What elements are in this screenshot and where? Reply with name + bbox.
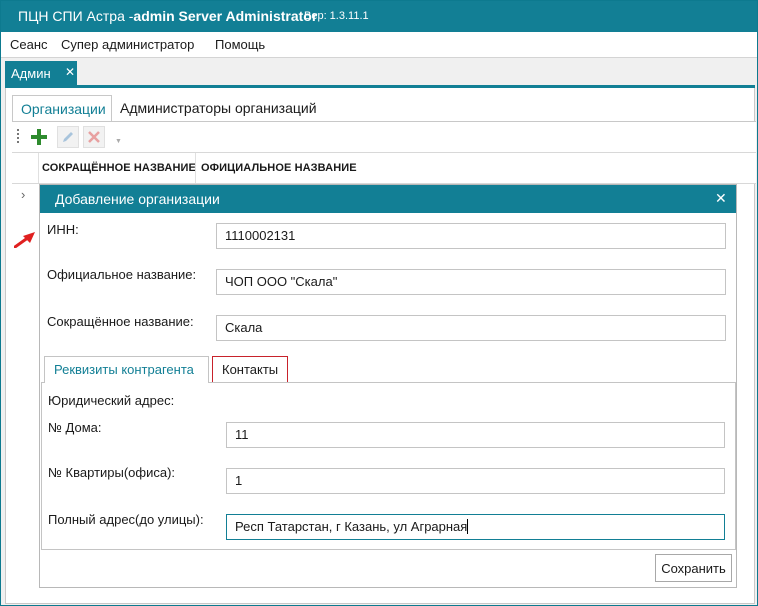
window-title: ПЦН СПИ Астра -admin Server Administrato… — [18, 8, 318, 24]
version-label: Вер: 1.3.11.1 — [304, 10, 369, 22]
full-address-label: Полный адрес(до улицы): — [48, 512, 204, 527]
edit-button[interactable] — [57, 126, 79, 148]
delete-button[interactable] — [83, 126, 105, 148]
toolbar-overflow-icon[interactable]: ▼ — [115, 138, 122, 145]
dialog-close-icon[interactable]: ✕ — [715, 190, 727, 207]
house-input[interactable]: 11 — [226, 422, 725, 448]
tab-counterparty-details[interactable]: Реквизиты контрагента — [44, 356, 209, 383]
menu-help[interactable]: Помощь — [215, 37, 265, 52]
save-button[interactable]: Сохранить — [655, 554, 732, 582]
full-address-input[interactable]: Респ Татарстан, г Казань, ул Аграрная — [226, 514, 725, 540]
menu-super-admin[interactable]: Супер администратор — [61, 37, 194, 52]
add-button[interactable] — [28, 126, 50, 148]
inn-label: ИНН: — [47, 222, 79, 237]
doc-tab-admin[interactable]: Админ ✕ — [5, 61, 77, 85]
add-icon — [31, 129, 47, 145]
toolbar: ▼ — [12, 122, 756, 152]
annotation-arrow-icon — [14, 232, 35, 248]
grid-header: СОКРАЩЁННОЕ НАЗВАНИЕ ОФИЦИАЛЬНОЕ НАЗВАНИ… — [12, 152, 756, 184]
inn-input[interactable]: 1110002131 — [216, 223, 726, 249]
dialog-title-bar: Добавление организации ✕ — [40, 185, 736, 213]
apartment-input[interactable]: 1 — [226, 468, 725, 494]
legal-address-label: Юридический адрес: — [48, 393, 175, 408]
short-name-input[interactable]: Скала — [216, 315, 726, 341]
tab-organizations[interactable]: Организации — [12, 95, 112, 121]
close-icon[interactable]: ✕ — [65, 65, 75, 79]
row-expand-toggle[interactable]: › — [12, 184, 38, 208]
toolbar-grip[interactable] — [17, 129, 19, 143]
app-window: ПЦН СПИ Астра -admin Server Administrato… — [0, 0, 758, 606]
house-label: № Дома: — [48, 420, 102, 435]
chevron-right-icon: › — [21, 187, 26, 202]
menu-bar: Сеанс Супер администратор Помощь — [1, 32, 757, 58]
counterparty-details-panel: Юридический адрес: № Дома: 11 № Квартиры… — [41, 382, 736, 550]
dialog-title: Добавление организации — [55, 191, 220, 207]
grid-separator — [195, 153, 196, 183]
official-name-label: Официальное название: — [47, 267, 197, 282]
menu-session[interactable]: Сеанс — [10, 37, 48, 52]
edit-icon — [63, 132, 73, 142]
col-official-name[interactable]: ОФИЦИАЛЬНОЕ НАЗВАНИЕ — [201, 162, 357, 174]
text-caret — [467, 519, 469, 534]
apartment-label: № Квартиры(офиса): — [48, 465, 176, 480]
short-name-label: Сокращённое название: — [47, 314, 194, 329]
delete-icon — [88, 131, 100, 143]
doc-tab-label: Админ — [11, 66, 51, 81]
tab-contacts[interactable]: Контакты — [212, 356, 288, 382]
add-organization-dialog: Добавление организации ✕ ИНН: 1110002131… — [39, 184, 737, 588]
official-name-input[interactable]: ЧОП ООО "Скала" — [216, 269, 726, 295]
grid-separator — [38, 153, 39, 183]
title-bar: ПЦН СПИ Астра -admin Server Administrato… — [1, 1, 757, 32]
tab-org-administrators[interactable]: Администраторы организаций — [112, 95, 336, 121]
col-short-name[interactable]: СОКРАЩЁННОЕ НАЗВАНИЕ — [42, 162, 196, 174]
